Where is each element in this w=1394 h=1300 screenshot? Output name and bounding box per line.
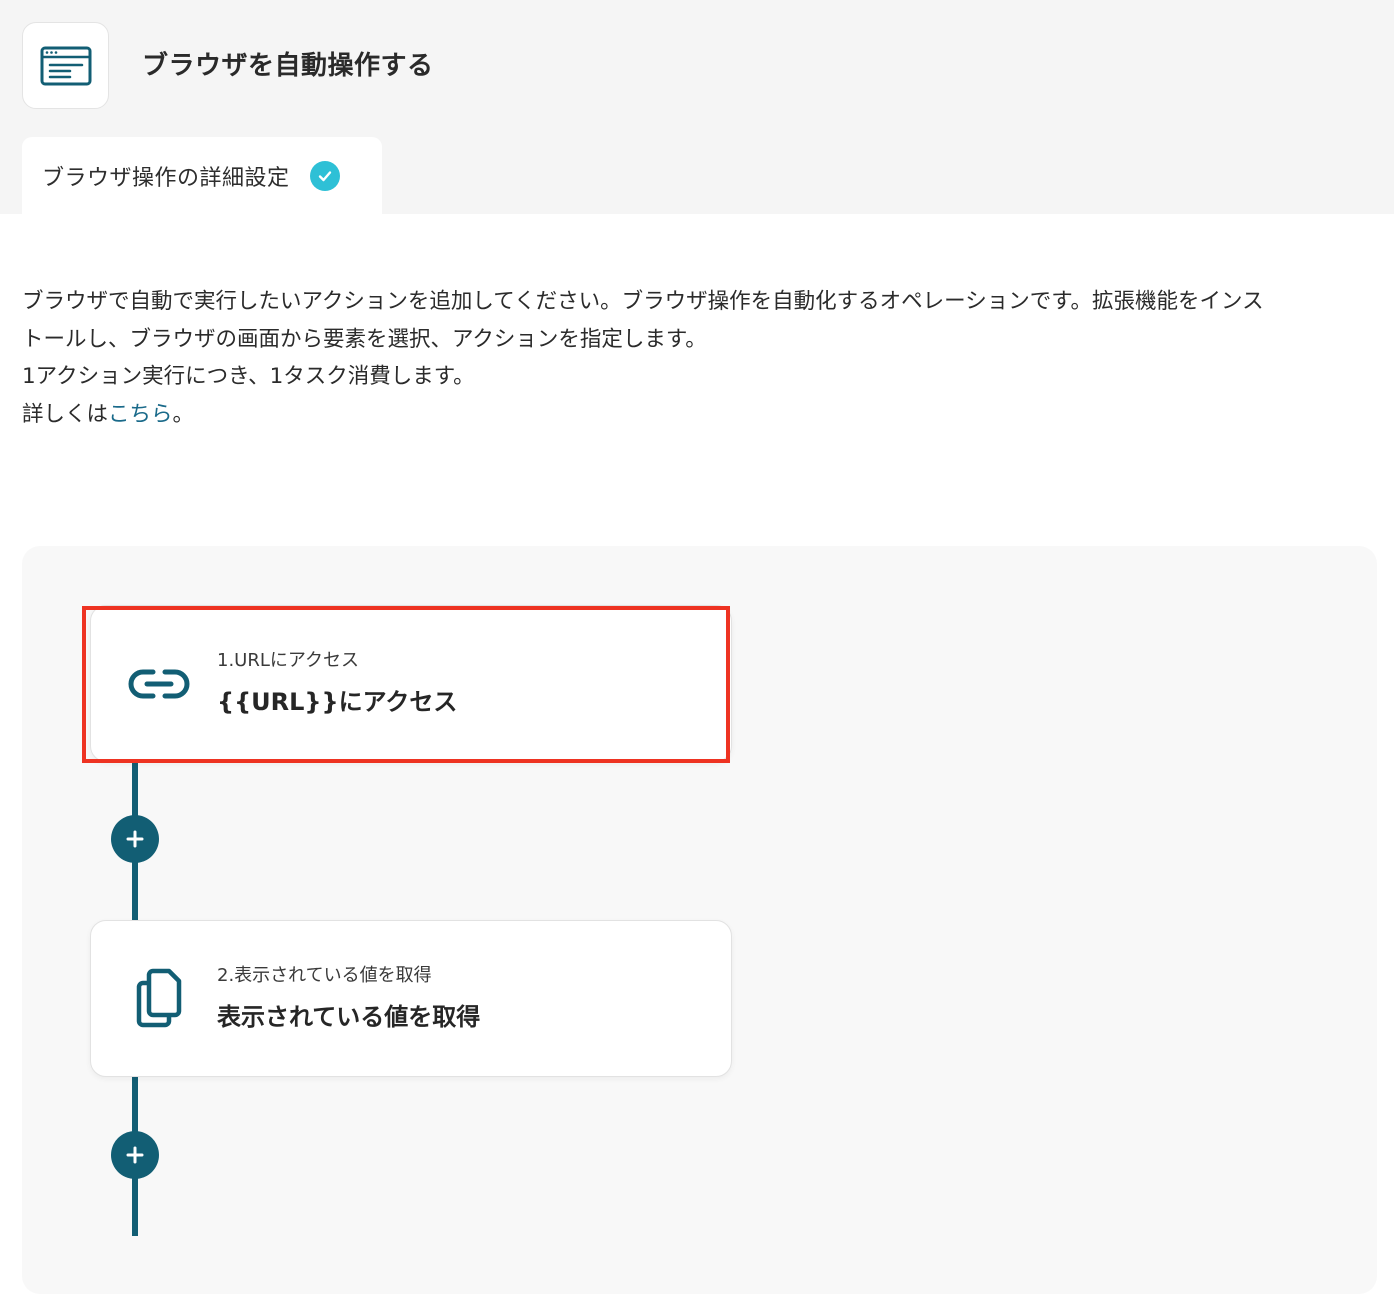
details-prefix: 詳しくは	[22, 401, 109, 427]
tab-browser-settings[interactable]: ブラウザ操作の詳細設定	[22, 137, 382, 214]
details-link[interactable]: こちら	[108, 402, 173, 427]
step-subtitle: 1.URLにアクセス	[217, 650, 359, 671]
description-line: トールし、ブラウザの画面から要素を選択、アクションを指定します。	[22, 326, 707, 352]
step-card-get-value[interactable]: 2.表示されている値を取得 表示されている値を取得	[90, 920, 732, 1077]
add-step-button[interactable]	[111, 1131, 159, 1179]
page-title: ブラウザを自動操作する	[142, 51, 434, 81]
plus-icon	[126, 1146, 144, 1164]
description: ブラウザで自動で実行したいアクションを追加してください。ブラウザ操作を自動化する…	[22, 283, 1382, 433]
plus-icon	[126, 830, 144, 848]
description-line: ブラウザで自動で実行したいアクションを追加してください。ブラウザ操作を自動化する…	[22, 289, 1264, 314]
step-subtitle: 2.表示されている値を取得	[217, 965, 432, 986]
description-line: 1アクション実行につき、1タスク消費します。	[22, 364, 475, 389]
browser-window-icon	[40, 46, 91, 85]
link-icon	[127, 652, 191, 716]
step-title: {{URL}}にアクセス	[217, 688, 458, 716]
check-circle-icon	[309, 160, 340, 191]
description-line: 詳しくはこちら。	[22, 396, 1382, 434]
tab-label: ブラウザ操作の詳細設定	[42, 165, 290, 191]
add-step-button[interactable]	[111, 815, 159, 863]
step-card-url-access[interactable]: 1.URLにアクセス {{URL}}にアクセス	[90, 605, 732, 762]
copy-icon	[127, 967, 191, 1031]
step-title: 表示されている値を取得	[217, 1003, 481, 1031]
details-suffix: 。	[172, 401, 195, 427]
app-icon-container	[22, 22, 109, 109]
